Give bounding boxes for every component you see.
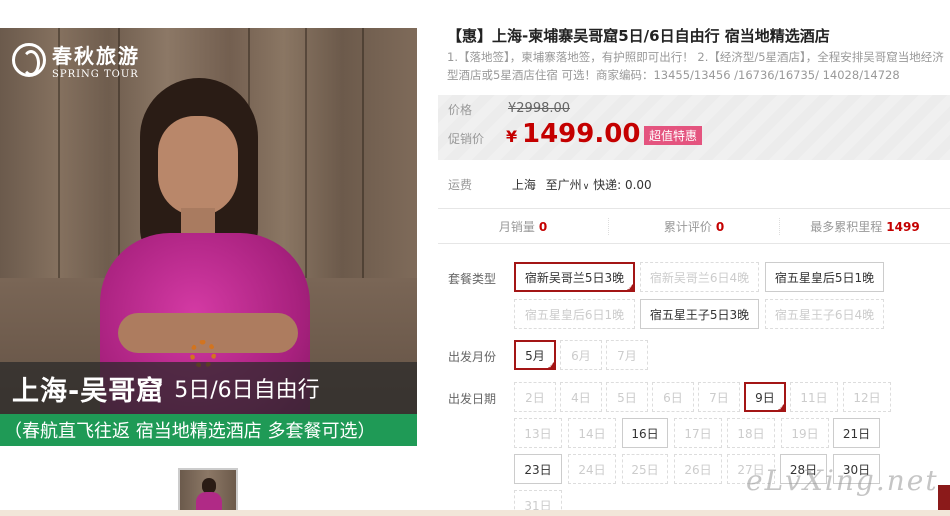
date-option[interactable]: 12日 xyxy=(843,382,891,412)
hero-headline-sub: 5日/6日自由行 xyxy=(174,378,320,403)
package-option[interactable]: 宿五星王子5日3晚 xyxy=(640,299,759,329)
date-option[interactable]: 14日 xyxy=(568,418,616,448)
promo-badge: 超值特惠 xyxy=(644,126,703,145)
package-type-label: 套餐类型 xyxy=(448,272,497,286)
date-option[interactable]: 19日 xyxy=(781,418,829,448)
date-option[interactable]: 18日 xyxy=(727,418,775,448)
stat-monthly-sales: 月销量 0 xyxy=(438,217,609,235)
product-description: 1.【落地签】，柬埔寨落地签，有护照即可出行！ 2.【经济型/5星酒店】，全程安… xyxy=(447,50,944,82)
shipping-destination-select[interactable]: 至广州∨ xyxy=(546,178,590,192)
shipping-method: 快递: 0.00 xyxy=(593,178,652,192)
shipping-label: 运费 xyxy=(448,178,473,192)
hero-headline-band: 上海-吴哥窟 5日/6日自由行 xyxy=(0,362,417,414)
stat-reviews-label: 累计评价 xyxy=(663,219,712,234)
date-option[interactable]: 2日 xyxy=(514,382,556,412)
departure-date-label: 出发日期 xyxy=(448,392,497,406)
date-option[interactable]: 24日 xyxy=(568,454,616,484)
month-option[interactable]: 5月 xyxy=(514,340,556,370)
month-option[interactable]: 6月 xyxy=(560,340,602,370)
hero-headline-main: 上海-吴哥窟 xyxy=(12,375,165,407)
bottom-bar xyxy=(0,510,950,516)
hero-feature-strip: （春航直飞往返 宿当地精选酒店 多套餐可选） xyxy=(0,414,417,446)
girl-face xyxy=(158,116,238,216)
promo-price-label: 促销价 xyxy=(448,132,485,146)
date-option[interactable]: 13日 xyxy=(514,418,562,448)
promo-price: 1499.00 xyxy=(522,119,641,149)
brand-name-en: SPRING TOUR xyxy=(52,69,139,80)
brand-logo: 春秋旅游 SPRING TOUR xyxy=(12,40,140,80)
package-option[interactable]: 宿五星王子6日4晚 xyxy=(765,299,884,329)
date-option[interactable]: 6日 xyxy=(652,382,694,412)
site-watermark: eLvXing.net xyxy=(746,464,939,497)
date-option[interactable]: 16日 xyxy=(622,418,668,448)
shipping-from: 上海 xyxy=(511,178,536,192)
chevron-down-icon: ∨ xyxy=(582,182,590,192)
date-option[interactable]: 11日 xyxy=(790,382,838,412)
stat-monthly-sales-label: 月销量 xyxy=(498,219,535,234)
stat-mileage-label: 最多累积里程 xyxy=(810,219,883,234)
original-price: ¥2998.00 xyxy=(508,101,571,116)
month-option[interactable]: 7月 xyxy=(606,340,648,370)
date-option[interactable]: 26日 xyxy=(674,454,722,484)
date-option[interactable]: 21日 xyxy=(833,418,880,448)
shipping-row: 运费 上海 至广州∨ 快递: 0.00 xyxy=(448,176,652,193)
brand-logo-text: 春秋旅游 SPRING TOUR xyxy=(52,40,140,80)
shipping-destination: 至广州 xyxy=(545,178,582,192)
thumbnail-image[interactable] xyxy=(178,468,238,516)
package-option[interactable]: 宿新吴哥兰6日4晚 xyxy=(640,262,759,292)
date-option[interactable]: 17日 xyxy=(674,418,722,448)
product-hero-image[interactable]: 春秋旅游 SPRING TOUR 上海-吴哥窟 5日/6日自由行 （春航直飞往返… xyxy=(0,28,417,446)
date-option[interactable]: 4日 xyxy=(560,382,602,412)
brand-name-cn: 春秋旅游 xyxy=(52,44,140,68)
product-page: 春秋旅游 SPRING TOUR 上海-吴哥窟 5日/6日自由行 （春航直飞往返… xyxy=(0,0,950,516)
package-option[interactable]: 宿五星皇后5日1晚 xyxy=(765,262,884,292)
price-box: 价格 ¥2998.00 促销价 ¥ 1499.00 超值特惠 xyxy=(438,95,950,160)
stat-mileage-value: 1499 xyxy=(886,219,920,234)
package-option[interactable]: 宿新吴哥兰5日3晚 xyxy=(514,262,635,292)
date-option[interactable]: 23日 xyxy=(514,454,562,484)
stat-reviews-value: 0 xyxy=(715,219,725,234)
date-option[interactable]: 7日 xyxy=(698,382,740,412)
departure-month-label: 出发月份 xyxy=(448,350,497,364)
date-option[interactable]: 5日 xyxy=(606,382,648,412)
currency-symbol: ¥ xyxy=(506,127,518,146)
stat-monthly-sales-value: 0 xyxy=(538,219,548,234)
stat-mileage: 最多累积里程 1499 xyxy=(780,218,950,235)
date-option[interactable]: 25日 xyxy=(622,454,668,484)
spring-logo-icon xyxy=(12,43,46,77)
stat-reviews[interactable]: 累计评价 0 xyxy=(609,217,780,235)
date-option[interactable]: 9日 xyxy=(744,382,786,412)
original-price-label: 价格 xyxy=(448,103,473,117)
stats-bar: 月销量 0 累计评价 0 最多累积里程 1499 xyxy=(438,208,950,244)
product-title: 【惠】上海-柬埔寨吴哥窟5日/6日自由行 宿当地精选酒店 xyxy=(447,27,830,45)
package-option[interactable]: 宿五星皇后6日1晚 xyxy=(514,299,635,329)
